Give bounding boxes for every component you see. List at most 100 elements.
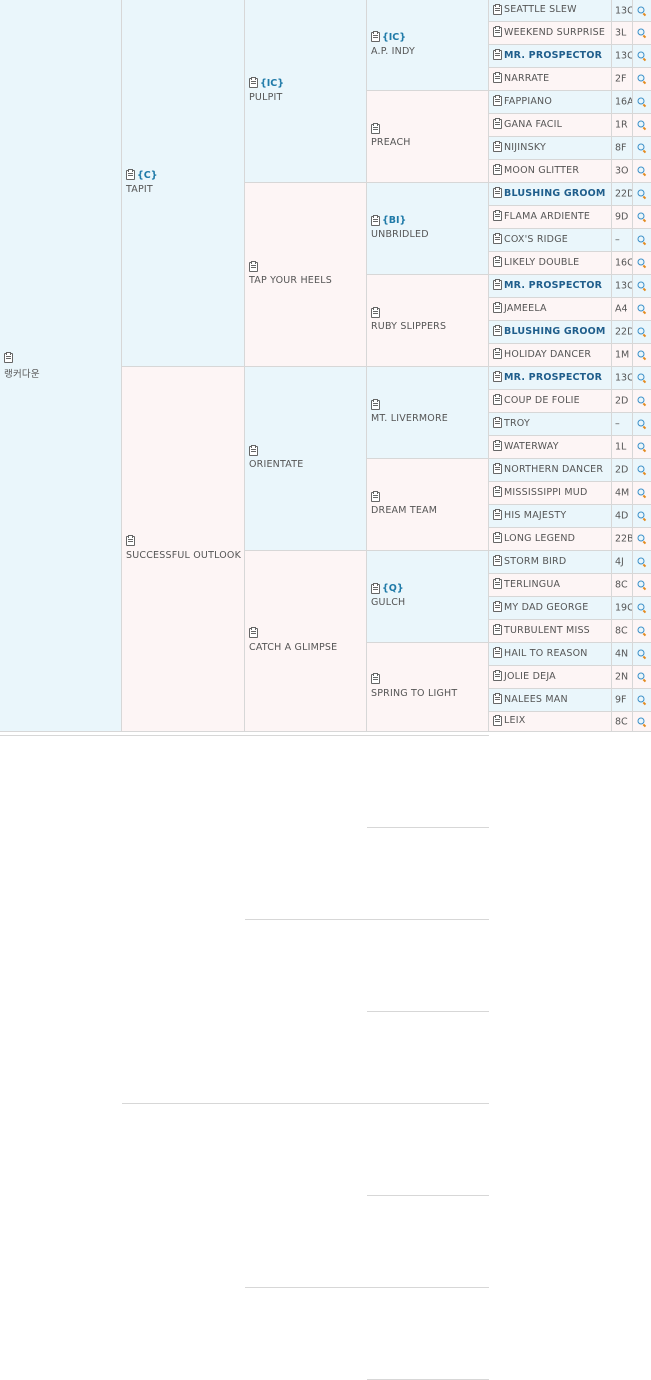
search-cell[interactable] [633, 0, 651, 22]
document-icon[interactable] [493, 394, 502, 405]
pedigree-cell-gen4[interactable]: {Q} GULCH [367, 551, 489, 643]
horse-name[interactable]: FAPPIANO [504, 96, 552, 107]
magnifier-icon[interactable] [637, 235, 647, 245]
document-icon[interactable] [249, 444, 258, 456]
magnifier-icon[interactable] [637, 143, 647, 153]
magnifier-icon[interactable] [637, 695, 647, 705]
pedigree-cell-gen5[interactable]: JOLIE DEJA [489, 666, 612, 689]
horse-name[interactable]: MACHIAVELLIAN [371, 735, 486, 736]
document-icon[interactable] [126, 535, 135, 546]
search-cell[interactable] [633, 45, 651, 68]
document-icon[interactable] [493, 714, 502, 726]
pedigree-cell-gen5[interactable]: MR. PROSPECTOR [489, 367, 612, 390]
pedigree-cell-gen4[interactable]: DREAM TEAM [367, 459, 489, 551]
pedigree-cell-gen3[interactable]: BEDAZZLE [245, 919, 367, 920]
document-icon[interactable] [493, 463, 502, 474]
horse-name[interactable]: CATCH A GLIMPSE [249, 642, 364, 653]
horse-name[interactable]: ORIENTATE [249, 459, 364, 470]
horse-name[interactable]: A.P. INDY [371, 46, 486, 57]
search-cell[interactable] [633, 666, 651, 689]
document-icon[interactable] [493, 26, 502, 37]
horse-name[interactable]: DREAM TEAM [371, 505, 486, 516]
search-cell[interactable] [633, 436, 651, 459]
pedigree-cell-gen4[interactable]: {IC} A.P. INDY [367, 0, 489, 91]
pedigree-cell-gen5[interactable]: GANA FACIL [489, 114, 612, 137]
document-icon[interactable] [493, 95, 502, 106]
horse-name[interactable]: JOLIE DEJA [504, 671, 556, 682]
horse-name[interactable]: TAPIT [126, 184, 242, 195]
search-cell[interactable] [633, 574, 651, 597]
search-cell[interactable] [633, 252, 651, 275]
pedigree-cell-gen4[interactable]: MT. LIVERMORE [367, 367, 489, 459]
magnifier-icon[interactable] [637, 717, 647, 727]
pedigree-cell-gen3[interactable]: 엑스플로잇 [245, 1103, 367, 1104]
horse-name[interactable]: 리퀴드런치 [4, 735, 119, 736]
pedigree-cell-gen5[interactable]: LEIX [489, 712, 612, 732]
horse-name[interactable]: FLAMA ARDIENTE [504, 211, 590, 222]
search-cell[interactable] [633, 597, 651, 620]
document-icon[interactable] [249, 260, 258, 272]
horse-name[interactable]: STREET SENSE [126, 735, 242, 736]
document-icon[interactable] [493, 348, 502, 359]
magnifier-icon[interactable] [637, 120, 647, 130]
horse-name[interactable]: NORTHERN DANCER [504, 464, 603, 475]
search-cell[interactable] [633, 528, 651, 551]
search-cell[interactable] [633, 160, 651, 183]
search-cell[interactable] [633, 68, 651, 91]
horse-name[interactable]: RUBY SLIPPERS [371, 321, 486, 332]
horse-name[interactable]: LEIX [504, 715, 525, 726]
horse-name[interactable]: 랭커다운 [4, 366, 119, 380]
pedigree-cell-gen4[interactable]: MR. LEADER [367, 1287, 489, 1288]
magnifier-icon[interactable] [637, 419, 647, 429]
pedigree-cell-gen4[interactable]: {BI} UNBRIDLED [367, 183, 489, 275]
magnifier-icon[interactable] [637, 51, 647, 61]
pedigree-cell-gen5[interactable]: FAPPIANO [489, 91, 612, 114]
pedigree-cell-gen4[interactable]: HELEN STREET [367, 827, 489, 828]
horse-name[interactable]: HOLIDAY DANCER [504, 349, 591, 360]
pedigree-cell-gen2[interactable]: MAYFIELD [122, 1103, 245, 1104]
document-icon[interactable] [493, 440, 502, 451]
pedigree-cell-gen5[interactable]: TROY [489, 413, 612, 436]
horse-name[interactable]: MR. PROSPECTOR [504, 280, 602, 291]
search-cell[interactable] [633, 275, 651, 298]
search-cell[interactable] [633, 22, 651, 45]
magnifier-icon[interactable] [637, 580, 647, 590]
search-cell[interactable] [633, 114, 651, 137]
search-cell[interactable] [633, 689, 651, 712]
document-icon[interactable] [493, 49, 502, 60]
document-icon[interactable] [493, 555, 502, 566]
search-cell[interactable] [633, 206, 651, 229]
magnifier-icon[interactable] [637, 281, 647, 291]
pedigree-cell-gen5[interactable]: MISSISSIPPI MUD [489, 482, 612, 505]
pedigree-cell-gen5[interactable]: STORM BIRD [489, 551, 612, 574]
search-cell[interactable] [633, 137, 651, 160]
pedigree-cell-gen5[interactable]: MR. PROSPECTOR [489, 45, 612, 68]
document-icon[interactable] [126, 169, 135, 180]
pedigree-cell-gen5[interactable]: HAIL TO REASON [489, 643, 612, 666]
document-icon[interactable] [493, 532, 502, 543]
horse-name[interactable]: STORM BIRD [504, 556, 566, 567]
document-icon[interactable] [493, 371, 502, 382]
horse-name[interactable]: PULPIT [249, 92, 364, 103]
pedigree-cell-gen5[interactable]: NORTHERN DANCER [489, 459, 612, 482]
pedigree-cell-gen3[interactable]: ORIENTATE [245, 367, 367, 551]
horse-name[interactable]: TURBULENT MISS [504, 625, 590, 636]
document-icon[interactable] [371, 673, 380, 684]
document-icon[interactable] [493, 164, 502, 175]
horse-name[interactable]: MISSISSIPPI MUD [504, 487, 587, 498]
document-icon[interactable] [493, 624, 502, 635]
magnifier-icon[interactable] [637, 488, 647, 498]
magnifier-icon[interactable] [637, 327, 647, 337]
search-cell[interactable] [633, 298, 651, 321]
magnifier-icon[interactable] [637, 212, 647, 222]
search-cell[interactable] [633, 344, 651, 367]
horse-name[interactable]: GANA FACIL [504, 119, 562, 130]
pedigree-cell-gen5[interactable]: MOON GLITTER [489, 160, 612, 183]
horse-name[interactable]: HIS MAJESTY [504, 510, 566, 521]
document-icon[interactable] [493, 486, 502, 497]
document-icon[interactable] [249, 627, 258, 638]
pedigree-cell-gen5[interactable]: LONG LEGEND [489, 528, 612, 551]
horse-name[interactable]: MR. PROSPECTOR [504, 50, 602, 61]
horse-name[interactable]: BLUSHING GROOM [504, 326, 606, 337]
document-icon[interactable] [493, 670, 502, 681]
